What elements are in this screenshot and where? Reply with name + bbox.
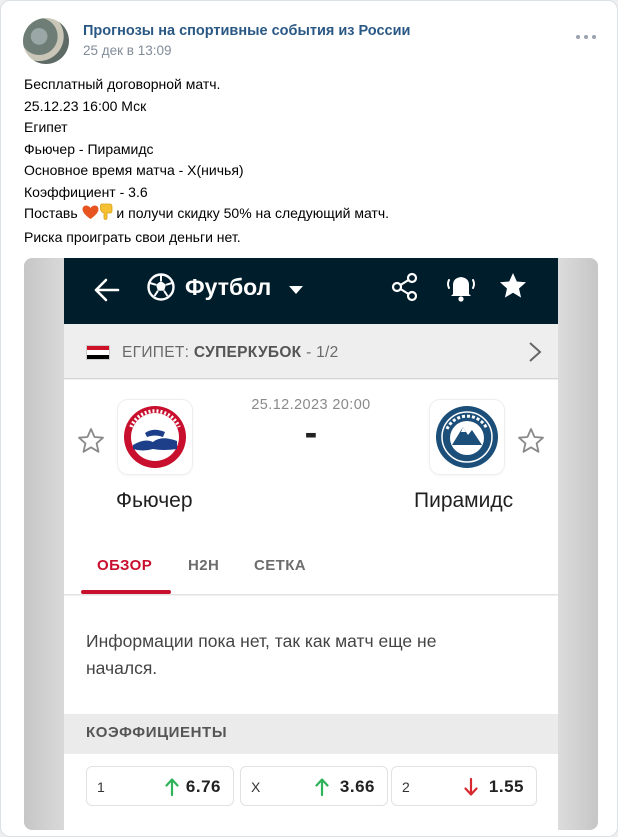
match-header: 25.12.2023 20:00 - Фьючер Пирамидс — [64, 380, 558, 535]
back-arrow-icon[interactable] — [92, 275, 122, 310]
away-team-logo[interactable] — [430, 400, 504, 474]
app-screen: Футбол ЕГИПЕТ: СУПЕРКУБОК - 1/2 25.12.20… — [64, 258, 558, 830]
football-icon — [146, 272, 176, 307]
odd-value: 1.55 — [488, 777, 524, 796]
post-line: Риска проиграть свои деньги нет. — [24, 228, 241, 245]
odd-label: 2 — [402, 779, 410, 795]
post-line: Коэффициент - 3.6 — [24, 183, 148, 200]
info-message: Информации пока нет, так как матч еще не… — [86, 631, 437, 678]
app-bar: Футбол — [64, 258, 558, 324]
post-author[interactable]: Прогнозы на спортивные события из России — [83, 23, 410, 39]
egypt-flag-icon — [86, 345, 110, 360]
tab-overview[interactable]: ОБЗОР — [97, 557, 152, 574]
post-date[interactable]: 25 дек в 13:09 — [83, 43, 172, 58]
odd-home-button[interactable]: 1 6.76 — [86, 766, 234, 806]
favorite-away-star-icon[interactable] — [516, 426, 546, 461]
more-options-icon[interactable] — [576, 35, 596, 41]
match-tabs: ОБЗОР H2H СЕТКА — [64, 535, 558, 595]
league-bar[interactable]: ЕГИПЕТ: СУПЕРКУБОК - 1/2 — [64, 324, 558, 379]
tab-h2h[interactable]: H2H — [188, 557, 219, 574]
post-header: Прогнозы на спортивные события из России… — [23, 18, 598, 68]
info-panel: Информации пока нет, так как матч еще не… — [64, 596, 558, 714]
odd-away-button[interactable]: 2 1.55 — [391, 766, 537, 806]
bell-icon[interactable] — [444, 270, 478, 309]
odd-label: X — [251, 779, 261, 795]
post-card: Прогнозы на спортивные события из России… — [0, 0, 618, 837]
favorite-home-star-icon[interactable] — [76, 426, 106, 461]
arrow-down-icon — [464, 777, 478, 802]
tab-bracket[interactable]: СЕТКА — [254, 557, 306, 574]
odd-label: 1 — [97, 779, 105, 795]
sport-title[interactable]: Футбол — [185, 274, 271, 301]
odds-header: КОЭФФИЦИЕНТЫ — [64, 714, 558, 754]
home-team-name[interactable]: Фьючер — [116, 489, 193, 513]
avatar[interactable] — [23, 18, 69, 64]
star-icon[interactable] — [498, 271, 528, 306]
arrow-up-icon — [315, 777, 329, 802]
post-text: Бесплатный договорной матч. 25.12.23 16:… — [24, 74, 594, 248]
post-line: Бесплатный договорной матч. — [24, 76, 221, 92]
post-line-part: и получи скидку 50% на следующий матч. — [116, 205, 390, 221]
post-line: Фьючер - Пирамидс — [24, 140, 154, 157]
post-line: Египет — [24, 119, 68, 135]
post-line-part: Поставь — [24, 205, 78, 221]
heart-emoji — [82, 205, 99, 227]
active-tab-indicator — [81, 590, 171, 594]
odds-row: 1 6.76 X 3.66 2 1.55 — [64, 754, 558, 830]
odd-value: 6.76 — [185, 777, 221, 796]
point-down-emoji — [99, 203, 113, 227]
post-line: Основное время матча - Х(ничья) — [24, 162, 244, 178]
home-team-logo[interactable] — [118, 400, 192, 474]
post-line: 25.12.23 16:00 Мск — [24, 97, 147, 114]
odd-value: 3.66 — [339, 777, 375, 796]
share-icon[interactable] — [391, 272, 419, 307]
odd-draw-button[interactable]: X 3.66 — [240, 766, 388, 806]
chevron-right-icon[interactable] — [528, 341, 542, 368]
arrow-up-icon — [165, 777, 179, 802]
league-name: ЕГИПЕТ: СУПЕРКУБОК - 1/2 — [122, 344, 339, 361]
odds-title: КОЭФФИЦИЕНТЫ — [86, 724, 228, 741]
chevron-down-icon[interactable] — [288, 282, 304, 300]
away-team-name[interactable]: Пирамидс — [414, 489, 513, 513]
post-line: Поставь и получи скидку 50% на следующий… — [24, 203, 594, 227]
attached-screenshot[interactable]: Футбол ЕГИПЕТ: СУПЕРКУБОК - 1/2 25.12.20… — [24, 258, 598, 830]
